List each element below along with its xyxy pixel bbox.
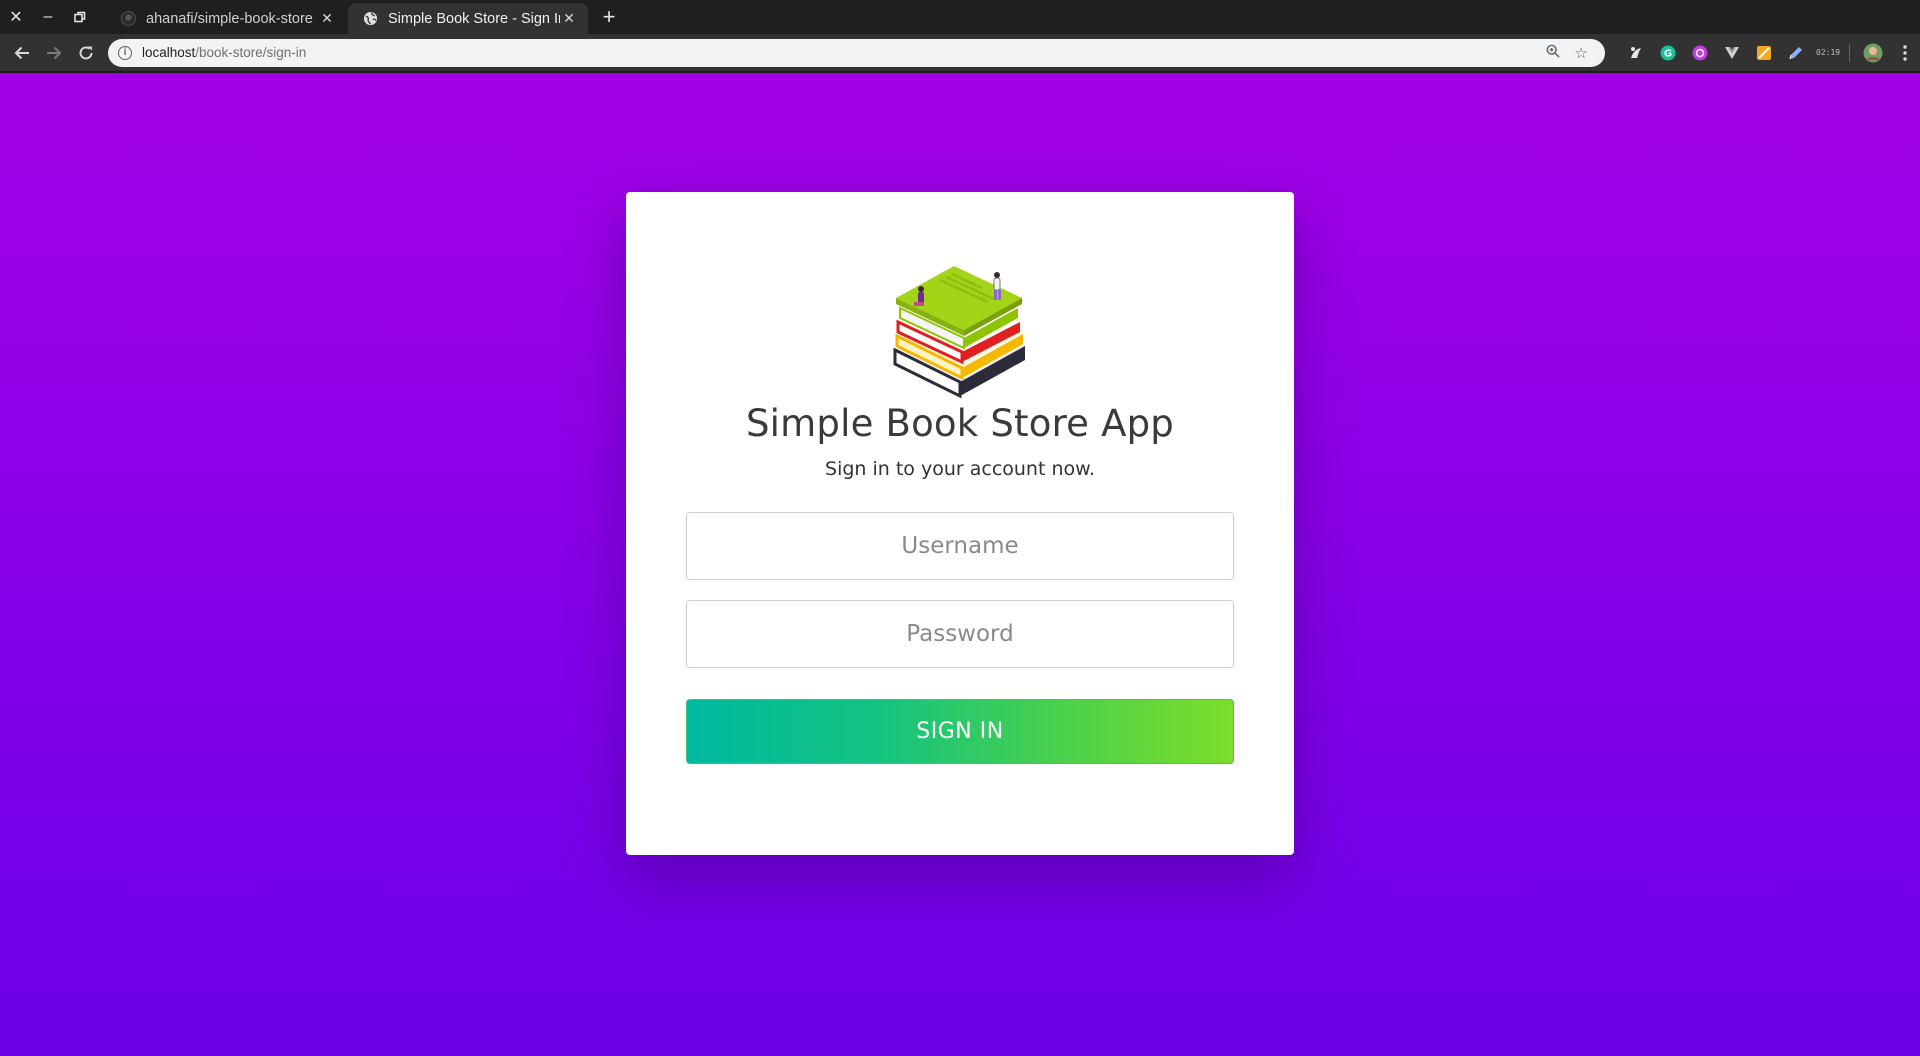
sign-in-card: Simple Book Store App Sign in to your ac…	[626, 192, 1294, 855]
page-background: Simple Book Store App Sign in to your ac…	[0, 73, 1920, 1056]
book-stack-logo	[890, 250, 1030, 400]
clock-extension-text: 02:19	[1816, 48, 1841, 57]
extension-icon-3[interactable]	[1685, 38, 1715, 68]
forward-icon[interactable]	[38, 37, 70, 69]
address-bar[interactable]: i localhost/book-store/sign-in ☆	[107, 38, 1606, 67]
minimize-window-icon[interactable]: –	[32, 0, 64, 34]
sign-in-subtitle: Sign in to your account now.	[825, 458, 1095, 480]
tab-title: ahanafi/simple-book-store	[146, 10, 313, 27]
tab-close-icon[interactable]: ✕	[318, 10, 336, 27]
extension-icon-1[interactable]	[1621, 38, 1651, 68]
sign-in-button[interactable]: SIGN IN	[686, 699, 1234, 764]
browser-titlebar: ✕ – ahanafi/simple-book-store ✕ Simple B…	[0, 0, 1920, 34]
grammarly-icon[interactable]: G	[1653, 38, 1683, 68]
clock-extension-icon[interactable]: 02:19	[1813, 38, 1843, 68]
tab-github[interactable]: ahanafi/simple-book-store ✕	[106, 3, 346, 34]
extension-icon-6[interactable]	[1781, 38, 1811, 68]
extension-icon-5[interactable]	[1749, 38, 1779, 68]
bookmark-star-icon[interactable]: ☆	[1567, 44, 1595, 62]
tab-title: Simple Book Store - Sign In	[388, 10, 560, 27]
reload-icon[interactable]	[70, 37, 102, 69]
toolbar-divider	[1849, 43, 1851, 62]
app-title: Simple Book Store App	[746, 402, 1174, 445]
tab-sign-in[interactable]: Simple Book Store - Sign In ✕	[348, 3, 588, 34]
zoom-icon[interactable]	[1539, 44, 1567, 62]
globe-icon	[362, 11, 378, 27]
close-window-icon[interactable]: ✕	[0, 0, 32, 34]
github-icon	[120, 11, 136, 27]
browser-menu-icon[interactable]	[1890, 38, 1920, 68]
profile-avatar[interactable]	[1858, 38, 1888, 68]
tab-close-icon[interactable]: ✕	[560, 10, 578, 27]
restore-window-icon[interactable]	[64, 0, 96, 34]
password-input[interactable]	[686, 600, 1234, 668]
url-host: localhost	[141, 45, 196, 60]
site-info-icon[interactable]: i	[117, 45, 132, 60]
vue-devtools-icon[interactable]	[1717, 38, 1747, 68]
url-path: /book-store/sign-in	[195, 45, 307, 60]
url-text[interactable]: localhost/book-store/sign-in	[142, 45, 1539, 60]
username-input[interactable]	[686, 512, 1234, 580]
svg-text:G: G	[1664, 48, 1672, 59]
back-icon[interactable]	[6, 37, 38, 69]
browser-toolbar: i localhost/book-store/sign-in ☆ G 02:19	[0, 34, 1920, 71]
new-tab-button[interactable]: +	[594, 2, 624, 32]
